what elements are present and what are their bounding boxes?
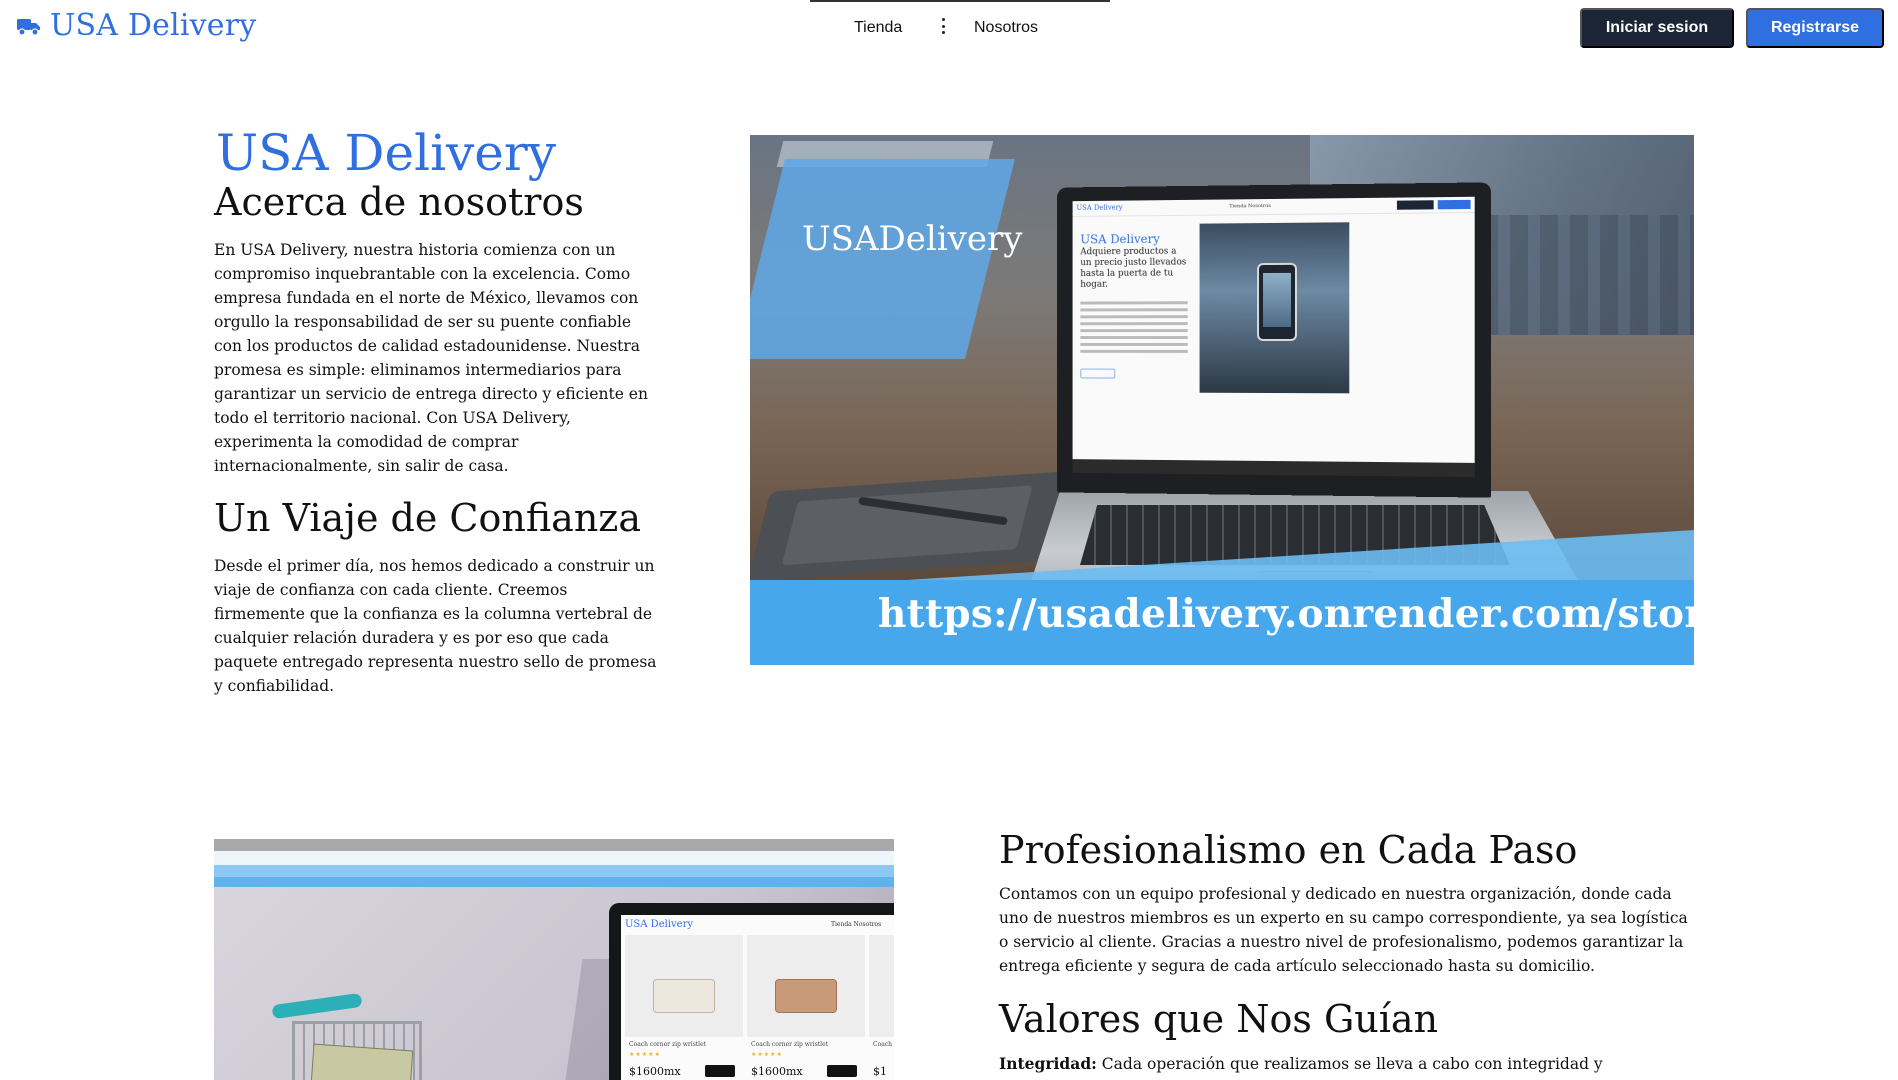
wristlet-bag-image	[775, 979, 837, 1013]
brand-link[interactable]: USA Delivery	[16, 8, 256, 43]
about-paragraph: En USA Delivery, nuestra historia comien…	[214, 241, 648, 475]
main-nav: Tienda Nosotros	[810, 0, 1110, 58]
values-heading: Valores que Nos Guían	[999, 997, 1439, 1041]
nav-active-indicator	[810, 0, 1110, 2]
value-integrity-label: Integridad:	[999, 1054, 1097, 1073]
professionalism-heading: Profesionalismo en Cada Paso	[999, 828, 1578, 872]
rating-stars-icon: ★★★★★	[751, 1051, 783, 1058]
cash-bills-image	[310, 1043, 414, 1080]
product-card	[747, 935, 865, 1037]
about-brand-title: USA Delivery	[216, 124, 557, 182]
product-name: Coach corner zip wristlet	[751, 1041, 829, 1048]
login-button[interactable]: Iniciar sesion	[1580, 8, 1734, 48]
truck-icon	[17, 18, 40, 36]
screen-brand: USA Delivery	[1076, 203, 1123, 212]
product-card	[869, 935, 894, 1037]
laptop-screen-image: USA Delivery Tienda Nosotros USA Deliver…	[1057, 182, 1492, 498]
shopping-cart-image	[271, 992, 422, 1080]
product-price: $1	[873, 1065, 887, 1078]
professionalism-paragraph: Contamos con un equipo profesional y ded…	[999, 885, 1688, 975]
more-vertical-icon[interactable]	[941, 18, 945, 34]
hero-url-text: https://usadelivery.onrender.com/store/	[878, 591, 1694, 637]
wristlet-bag-image	[653, 979, 715, 1013]
store-laptop-image: USA Delivery Tienda Nosotros Coach corne…	[609, 903, 894, 1080]
trust-heading: Un Viaje de Confianza	[214, 496, 641, 540]
hero-logo-text: USADelivery	[802, 219, 1023, 259]
phone-photo-image	[1199, 222, 1350, 394]
product-name: Coach	[873, 1041, 893, 1048]
shopping-cart-laptop-image: USA Delivery Tienda Nosotros Coach corne…	[214, 839, 894, 1080]
value-integrity-text: Cada operación que realizamos se lleva a…	[1096, 1055, 1603, 1073]
product-card	[625, 935, 743, 1037]
store-screen-links: Tienda Nosotros	[831, 921, 882, 928]
top-navbar: USA Delivery Tienda Nosotros Iniciar ses…	[0, 0, 1898, 58]
brand-name: USA Delivery	[50, 8, 257, 43]
nav-link-nosotros[interactable]: Nosotros	[974, 19, 1038, 37]
hero-image: USADelivery USA Delivery Tienda Nosotros…	[750, 135, 1694, 665]
add-to-cart-button	[705, 1065, 735, 1077]
screen-nav-links: Tienda Nosotros	[1229, 202, 1271, 210]
product-price: $1600mx	[751, 1065, 803, 1078]
value-integrity: Integridad: Cada operación que realizamo…	[999, 1052, 1699, 1076]
screen-title: USA Delivery	[1080, 231, 1160, 247]
rating-stars-icon: ★★★★★	[629, 1051, 661, 1058]
product-price: $1600mx	[629, 1065, 681, 1078]
nav-link-tienda[interactable]: Tienda	[854, 19, 902, 37]
store-screen-brand: USA Delivery	[625, 919, 694, 930]
about-heading: Acerca de nosotros	[214, 180, 584, 224]
add-to-cart-button	[827, 1065, 857, 1077]
trust-paragraph: Desde el primer día, nos hemos dedicado …	[214, 557, 657, 695]
register-button[interactable]: Registrarse	[1746, 8, 1884, 48]
screen-subtitle: Adquiere productos a un precio justo lle…	[1080, 246, 1187, 290]
product-name: Coach corner zip wristlet	[629, 1041, 707, 1048]
